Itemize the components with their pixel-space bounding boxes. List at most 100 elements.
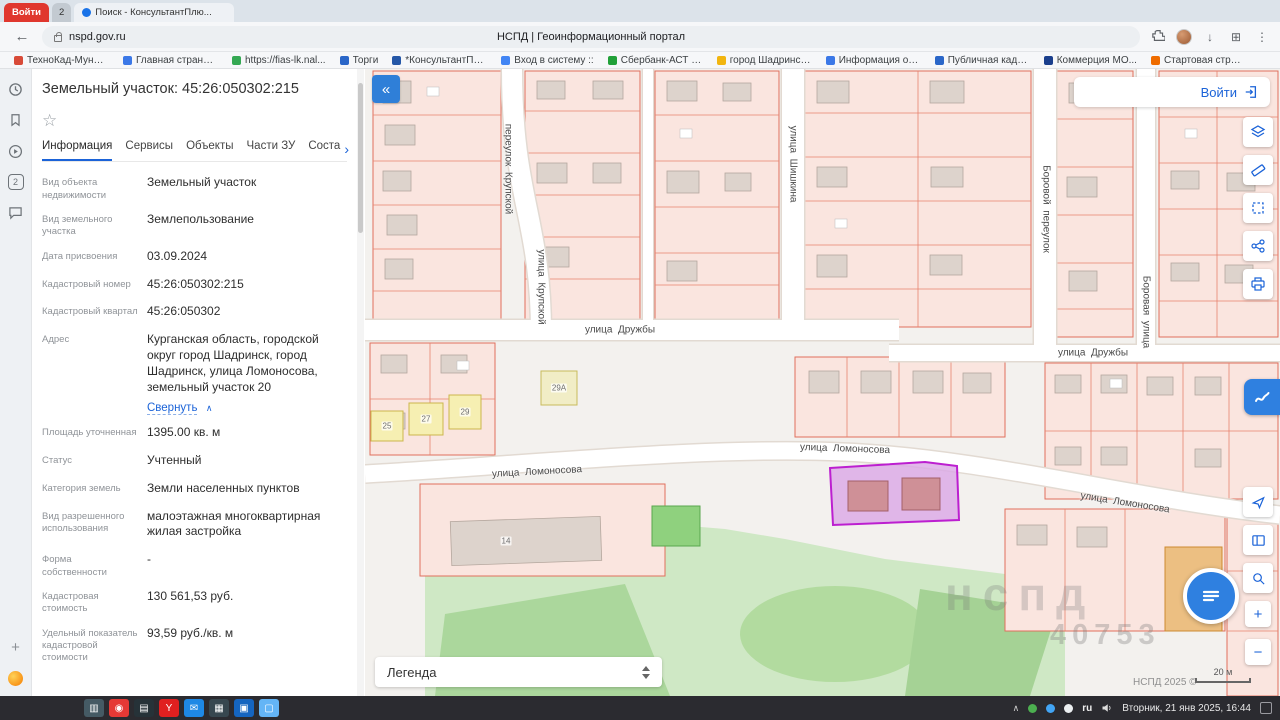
panel-collapse-button[interactable]: « [372,75,400,103]
browser-tabstrip: Войти 2 Поиск - КонсультантПлю... [0,0,1280,22]
field-value-wrap: - ∧ [147,552,347,579]
login-label: Войти [1201,85,1237,100]
add-panel-icon[interactable]: + [11,639,20,656]
tab-label: 2 [59,7,64,18]
back-button[interactable]: ← [12,28,32,45]
field-row: Кадастровый квартал 45:26:050302 ∧ [42,304,347,322]
field-value: - [147,552,347,568]
download-icon[interactable]: ↓ [1202,30,1218,44]
history-icon[interactable] [8,81,24,97]
tabs-scroll-chevron-icon[interactable]: › [342,141,351,157]
bookmark-item[interactable]: Главная страниц... [117,55,224,66]
taskbar: ▥ ◉ ▤ Y ✉ ▦ ▣ ▢ ∧ ru Вторник, 21 янв [0,696,1280,720]
basemap-button[interactable] [1244,379,1280,415]
menu-icon[interactable]: ⋮ [1254,30,1270,44]
browser-tab-pinned[interactable]: Войти [4,3,49,22]
taskbar-app-icon[interactable]: ▢ [259,699,279,717]
share-button[interactable] [1243,231,1273,261]
panel-tab[interactable]: Соста [308,140,340,159]
layers-button[interactable] [1243,117,1273,147]
feedback-chat-button[interactable] [1183,568,1239,624]
bookmark-item[interactable]: ТехноКад-Муниц... [8,55,115,66]
bookmark-favicon [717,56,726,65]
field-label: Статус [42,453,139,471]
zoom-in-button[interactable]: + [1245,601,1271,627]
browser-tab-counter[interactable]: 2 [52,3,71,22]
bookmark-item[interactable]: город Шадринск... [711,55,818,66]
taskbar-app-icon[interactable]: ◉ [109,699,129,717]
panel-tab[interactable]: Части ЗУ [247,140,296,159]
taskbar-app-icon[interactable]: ▦ [209,699,229,717]
field-row: Адрес Курганская область, городской окру… [42,332,347,415]
taskbar-app-icon[interactable]: ✉ [184,699,204,717]
map-area: переулок Крупскойулица Крупскойулица Шиш… [365,69,1280,696]
panel-view-button[interactable] [1243,525,1273,555]
field-row: Вид земельного участка Землепользование … [42,212,347,239]
url-text: nspd.gov.ru [69,31,126,43]
panel-tab[interactable]: Сервисы [125,140,173,159]
field-link-row: Свернуть ∧ [147,398,347,416]
keyboard-language[interactable]: ru [1082,703,1092,714]
bookmark-flag-icon[interactable] [8,112,24,128]
locate-button[interactable] [1243,487,1273,517]
bookmark-item[interactable]: Торги [334,55,385,66]
print-button[interactable] [1243,269,1273,299]
panel-tab[interactable]: Объекты [186,140,233,159]
ruler-button[interactable] [1243,155,1273,185]
field-value-wrap: 03.09.2024 ∧ [147,249,347,267]
scale-line [1195,678,1251,683]
field-value-wrap: 130 561,53 руб. ∧ [147,589,347,616]
tray-expand-icon[interactable]: ∧ [1013,703,1020,714]
map-canvas[interactable] [365,69,1280,696]
bookmark-item[interactable]: Сбербанк-АСТ -... [602,55,709,66]
avatar[interactable] [1176,29,1192,45]
search-map-button[interactable] [1243,563,1273,593]
bookmark-item[interactable]: *КонсультантПлю... [386,55,493,66]
area-select-button[interactable] [1243,193,1273,223]
bookmark-label: город Шадринск... [730,55,812,66]
bookmark-label: Вход в систему :: [514,55,593,66]
tabs-count-badge[interactable]: 2 [8,174,24,190]
taskbar-app-icon[interactable]: ▣ [234,699,254,717]
bookmark-item[interactable]: https://fias-lk.nal... [226,55,332,66]
extensions-icon[interactable] [1150,29,1166,45]
field-value-wrap: Курганская область, городской округ горо… [147,332,347,415]
play-icon[interactable] [8,143,24,159]
browser-toolbar: ← nspd.gov.ru НСПД | Геоинформационный п… [0,22,1280,52]
favorite-star-icon[interactable]: ☆ [42,111,62,131]
map-attribution: НСПД 2025 © [1133,677,1197,688]
login-button[interactable]: Войти [1074,77,1270,107]
bookmark-favicon [1151,56,1160,65]
bookmark-favicon [1044,56,1053,65]
tray-app-white-icon[interactable] [1064,704,1073,713]
weather-icon[interactable] [8,671,23,686]
panel-tab[interactable]: Информация [42,140,112,161]
apps-grid-icon[interactable]: ⊞ [1228,30,1244,44]
panel-view-icon [1251,533,1266,548]
bookmark-item[interactable]: Коммерция МО... [1038,55,1143,66]
taskbar-app-icon[interactable]: ▥ [84,699,104,717]
tab-label: Войти [12,7,41,18]
tray-app-green-icon[interactable] [1028,704,1037,713]
clock[interactable]: Вторник, 21 янв 2025, 16:44 [1122,703,1251,714]
panel-scrollbar[interactable] [357,69,364,696]
collapse-address-link[interactable]: Свернуть [147,402,197,415]
legend-bar[interactable]: Легенда [375,657,662,687]
ruler-icon [1250,162,1266,178]
bookmark-item[interactable]: Вход в систему :: [495,55,599,66]
field-value-wrap: Земли населенных пунктов ∧ [147,481,347,499]
scrollbar-thumb[interactable] [358,83,363,233]
tray-app-blue-icon[interactable] [1046,704,1055,713]
browser-tab[interactable]: Поиск - КонсультантПлю... [74,3,234,22]
bookmark-item[interactable]: Стартовая стран... [1145,55,1252,66]
bookmark-item[interactable]: Информация о р... [820,55,927,66]
address-bar[interactable]: nspd.gov.ru НСПД | Геоинформационный пор… [42,26,1140,48]
speaker-icon[interactable] [1101,702,1113,714]
bookmark-item[interactable]: Публичная кадас... [929,55,1036,66]
taskbar-app-icon[interactable]: ▤ [134,699,154,717]
field-row: Категория земель Земли населенных пункто… [42,481,347,499]
taskbar-app-icon[interactable]: Y [159,699,179,717]
notifications-icon[interactable] [1260,702,1272,714]
zoom-out-button[interactable]: − [1245,639,1271,665]
chat-icon[interactable] [8,205,24,221]
